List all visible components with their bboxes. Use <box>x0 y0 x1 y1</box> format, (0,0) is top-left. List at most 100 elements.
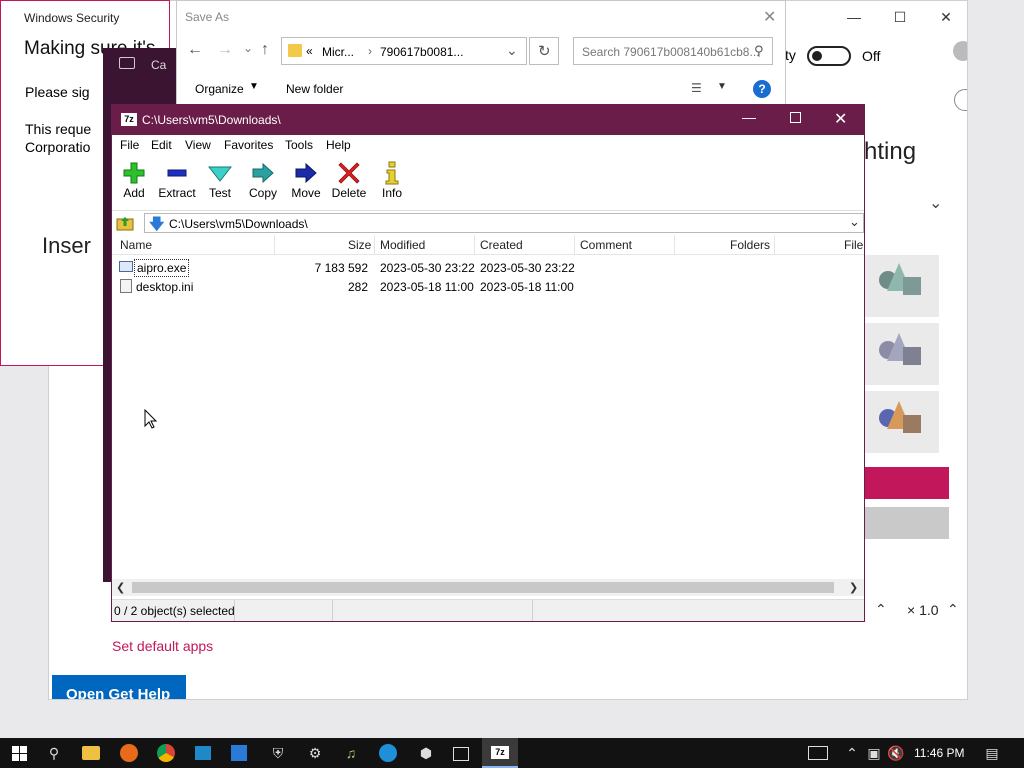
back-arrow-icon[interactable]: ← <box>187 41 203 59</box>
shield-icon[interactable]: ⛨ <box>268 743 288 763</box>
path-bar: 🡇 C:\Users\vm5\Downloads\ ⌄ <box>112 211 864 235</box>
maximize-icon[interactable] <box>790 112 801 123</box>
scroll-left-icon[interactable]: ❮ <box>116 581 125 594</box>
edge-icon[interactable] <box>379 744 397 762</box>
windows-start-icon[interactable] <box>12 746 27 761</box>
copy-button[interactable]: Copy <box>241 155 285 211</box>
delete-button[interactable]: Delete <box>327 155 371 211</box>
pink-action-button[interactable] <box>859 467 949 499</box>
col-folders[interactable]: Folders <box>730 238 770 252</box>
gear-icon[interactable]: ⚙ <box>305 743 325 763</box>
view-icon[interactable]: ☰ <box>691 81 702 95</box>
add-button[interactable]: Add <box>112 155 156 211</box>
clock[interactable]: 11:46 PM <box>914 746 964 760</box>
avatar[interactable] <box>953 41 967 61</box>
col-modified[interactable]: Modified <box>380 238 425 252</box>
chrome-icon[interactable] <box>157 744 175 762</box>
menu-file[interactable]: File <box>120 138 139 152</box>
path-input[interactable]: 🡇 C:\Users\vm5\Downloads\ ⌄ <box>144 213 864 233</box>
extract-button[interactable]: Extract <box>155 155 199 211</box>
forward-arrow-icon[interactable]: → <box>217 41 233 59</box>
gray-action-button[interactable] <box>859 507 949 539</box>
recent-dropdown-icon[interactable]: ⌄ <box>243 41 253 55</box>
set-default-apps-link[interactable]: Set default apps <box>112 638 213 654</box>
help-icon[interactable]: ? <box>753 80 771 98</box>
col-size[interactable]: Size <box>348 238 371 252</box>
col-comment[interactable]: Comment <box>580 238 632 252</box>
section-heading-fragment: hting <box>864 138 917 165</box>
chevron-down-icon[interactable]: ⌄ <box>929 193 942 213</box>
title-bar[interactable]: 7z C:\Users\vm5\Downloads\ — ✕ <box>112 105 864 135</box>
organize-button[interactable]: Organize <box>195 82 244 96</box>
chevron-up-icon[interactable]: ⌃ <box>947 601 959 618</box>
toolbar: Add Extract Test Copy Move Delete Info <box>112 155 864 211</box>
menu-edit[interactable]: Edit <box>151 138 172 152</box>
chevron-down-icon[interactable]: ▼ <box>717 81 727 92</box>
toggle-switch[interactable] <box>807 46 851 66</box>
minimize-icon[interactable]: — <box>831 1 877 33</box>
firefox-icon[interactable] <box>120 744 138 762</box>
7zip-logo-icon: 7z <box>491 746 509 759</box>
image-tile[interactable] <box>859 391 939 453</box>
maximize-icon[interactable]: ☐ <box>877 1 923 33</box>
info-button[interactable]: Info <box>370 155 414 211</box>
network-icon[interactable]: ▣ <box>864 743 884 763</box>
file-name: aipro.exe <box>134 259 190 277</box>
refresh-icon: ↻ <box>538 43 551 60</box>
taskbar: ⚲ ⛨ ⚙ ♫ ⬢ 7z ⌃ ▣ 🔇 11:46 PM ▤ <box>0 738 1024 768</box>
menu-help[interactable]: Help <box>326 138 351 152</box>
refresh-button[interactable]: ↻ <box>529 37 559 65</box>
open-get-help-button[interactable]: Open Get Help <box>52 675 186 699</box>
grid-app-icon[interactable] <box>231 745 247 761</box>
store-icon[interactable] <box>453 747 469 761</box>
7zip-logo-icon: 7z <box>121 113 137 126</box>
up-arrow-icon[interactable]: ↑ <box>261 41 269 59</box>
search-icon[interactable]: ⚲ <box>44 743 64 763</box>
window-title: Ca <box>151 58 167 72</box>
new-folder-button[interactable]: New folder <box>286 82 343 96</box>
media-app-icon[interactable]: ♫ <box>341 743 361 763</box>
minus-icon <box>167 169 187 177</box>
close-icon[interactable]: ✕ <box>923 1 967 33</box>
breadcrumb[interactable]: Micr... <box>322 45 354 59</box>
file-modified: 2023-05-18 11:00 <box>380 280 474 294</box>
zoom-level: × 1.0 <box>907 602 939 618</box>
control-panel-icon[interactable] <box>195 746 211 760</box>
col-created[interactable]: Created <box>480 238 523 252</box>
test-button[interactable]: Test <box>198 155 242 211</box>
toggle-state: Off <box>862 48 881 64</box>
col-name[interactable]: Name <box>120 238 152 252</box>
image-tile[interactable] <box>859 323 939 385</box>
horizontal-scrollbar[interactable]: ❮ ❯ <box>112 579 864 596</box>
menu-favorites[interactable]: Favorites <box>224 138 273 152</box>
close-icon[interactable]: ✕ <box>834 109 847 129</box>
chevron-down-icon[interactable]: ⌄ <box>849 214 860 230</box>
breadcrumb[interactable]: 790617b0081... <box>380 45 463 59</box>
address-bar[interactable]: « Micr... › 790617b0081... ⌄ <box>281 37 527 65</box>
7zip-taskbar-button[interactable]: 7z <box>482 738 518 768</box>
scroll-thumb[interactable] <box>132 582 834 593</box>
minimize-icon[interactable]: — <box>742 109 756 125</box>
notification-icon[interactable]: ▤ <box>982 743 1002 763</box>
table-row[interactable]: aipro.exe 7 183 592 2023-05-30 23:22 202… <box>112 258 864 277</box>
col-files[interactable]: File <box>844 238 863 252</box>
zoom-chevron-up-icon[interactable]: ⌃ <box>875 601 887 618</box>
menu-tools[interactable]: Tools <box>285 138 313 152</box>
search-input[interactable]: Search 790617b008140b61cb8... ⚲ <box>573 37 773 65</box>
file-size: 282 <box>347 280 368 294</box>
3d-box-icon[interactable]: ⬢ <box>416 743 436 763</box>
folder-up-button[interactable] <box>116 214 134 232</box>
close-icon[interactable]: ✕ <box>763 7 776 27</box>
copy-arrow-icon <box>252 162 274 184</box>
keyboard-icon[interactable] <box>808 746 828 760</box>
file-explorer-icon[interactable] <box>82 746 100 760</box>
table-row[interactable]: desktop.ini 282 2023-05-18 11:00 2023-05… <box>112 277 864 296</box>
scroll-right-icon[interactable]: ❯ <box>849 581 858 594</box>
move-button[interactable]: Move <box>284 155 328 211</box>
menu-view[interactable]: View <box>185 138 211 152</box>
image-tile[interactable] <box>859 255 939 317</box>
column-headers: Name Size Modified Created Comment Folde… <box>112 235 864 255</box>
speaker-muted-icon[interactable]: 🔇 <box>886 743 906 763</box>
chevron-down-icon[interactable]: ⌄ <box>506 42 518 59</box>
chevron-up-icon[interactable]: ⌃ <box>842 743 862 763</box>
